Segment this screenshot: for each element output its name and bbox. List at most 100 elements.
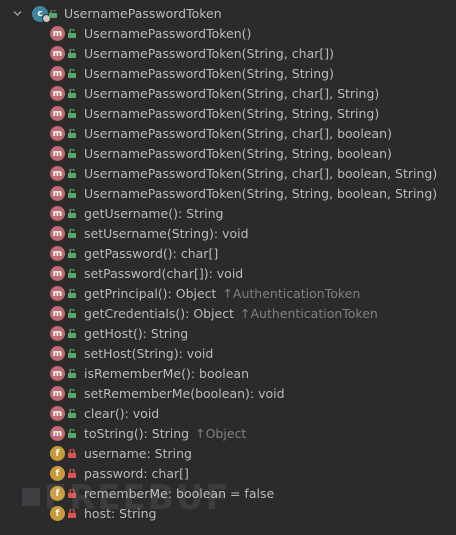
inherited-from-label: ↑AuthenticationToken bbox=[222, 286, 361, 301]
public-access-icon bbox=[68, 349, 76, 358]
method-icon: m bbox=[50, 406, 65, 421]
member-label: setRememberMe(boolean): void bbox=[84, 386, 285, 401]
structure-tree: c UsernamePasswordToken m UsernamePasswor… bbox=[0, 0, 456, 535]
method-row[interactable]: m UsernamePasswordToken(String, String) bbox=[0, 64, 456, 84]
method-row[interactable]: m isRememberMe(): boolean bbox=[0, 364, 456, 384]
method-icon: m bbox=[50, 66, 65, 81]
member-label: UsernamePasswordToken(String, String, bo… bbox=[84, 186, 437, 201]
member-signature: getCredentials(): Object bbox=[84, 306, 235, 321]
member-signature: setUsername(String): void bbox=[84, 226, 249, 241]
method-icon: m bbox=[50, 306, 65, 321]
member-label: setHost(String): void bbox=[84, 346, 213, 361]
method-row[interactable]: m setRememberMe(boolean): void bbox=[0, 384, 456, 404]
member-signature: UsernamePasswordToken(String, String) bbox=[84, 66, 334, 81]
member-signature: UsernamePasswordToken() bbox=[84, 26, 252, 41]
member-label: toString(): String ↑Object bbox=[84, 426, 246, 441]
member-signature: UsernamePasswordToken(String, String, bo… bbox=[84, 146, 392, 161]
method-icon: m bbox=[50, 106, 65, 121]
chevron-down-icon[interactable] bbox=[13, 9, 22, 18]
class-name: UsernamePasswordToken bbox=[64, 6, 222, 21]
method-row[interactable]: m getHost(): String bbox=[0, 324, 456, 344]
method-icon: m bbox=[50, 426, 65, 441]
field-row[interactable]: f username: String bbox=[0, 444, 456, 464]
method-icon: m bbox=[50, 26, 65, 41]
method-row[interactable]: m getCredentials(): Object ↑Authentication… bbox=[0, 304, 456, 324]
public-access-icon bbox=[68, 249, 76, 258]
method-row[interactable]: m UsernamePasswordToken(String, char[]) bbox=[0, 44, 456, 64]
inherited-from-label: ↑AuthenticationToken bbox=[240, 306, 378, 321]
member-signature: username: String bbox=[84, 446, 192, 461]
method-row[interactable]: m setUsername(String): void bbox=[0, 224, 456, 244]
public-access-icon bbox=[68, 129, 76, 138]
member-signature: UsernamePasswordToken(String, char[], bo… bbox=[84, 166, 438, 181]
method-icon: m bbox=[50, 126, 65, 141]
member-signature: UsernamePasswordToken(String, String, St… bbox=[84, 106, 380, 121]
public-access-icon bbox=[68, 229, 76, 238]
member-label: getPrincipal(): Object ↑AuthenticationTok… bbox=[84, 286, 360, 301]
method-row[interactable]: m setPassword(char[]): void bbox=[0, 264, 456, 284]
method-row[interactable]: m clear(): void bbox=[0, 404, 456, 424]
member-signature: UsernamePasswordToken(String, char[]) bbox=[84, 46, 335, 61]
method-row[interactable]: m UsernamePasswordToken(String, String, b… bbox=[0, 184, 456, 204]
method-row[interactable]: m UsernamePasswordToken(String, char[], b… bbox=[0, 124, 456, 144]
method-icon: m bbox=[50, 86, 65, 101]
method-row[interactable]: m UsernamePasswordToken(String, char[], S… bbox=[0, 84, 456, 104]
public-access-icon bbox=[68, 169, 76, 178]
method-row[interactable]: m UsernamePasswordToken(String, String, S… bbox=[0, 104, 456, 124]
member-signature: UsernamePasswordToken(String, char[], St… bbox=[84, 86, 380, 101]
class-icon: c bbox=[32, 6, 51, 23]
method-row[interactable]: m UsernamePasswordToken(String, String, b… bbox=[0, 144, 456, 164]
private-lock-icon bbox=[68, 449, 76, 458]
public-access-icon bbox=[68, 209, 76, 218]
member-label: UsernamePasswordToken(String, char[], bo… bbox=[84, 166, 437, 181]
member-label: UsernamePasswordToken(String, String) bbox=[84, 66, 334, 81]
member-label: UsernamePasswordToken(String, char[], St… bbox=[84, 86, 379, 101]
member-label: setUsername(String): void bbox=[84, 226, 249, 241]
member-label: getUsername(): String bbox=[84, 206, 224, 221]
member-signature: getPrincipal(): Object bbox=[84, 286, 217, 301]
method-row[interactable]: m toString(): String ↑Object bbox=[0, 424, 456, 444]
method-icon: m bbox=[50, 326, 65, 341]
method-row[interactable]: m UsernamePasswordToken(String, char[], b… bbox=[0, 164, 456, 184]
watermark-text: FREEBUF bbox=[44, 478, 231, 518]
member-label: setPassword(char[]): void bbox=[84, 266, 243, 281]
public-access-icon bbox=[68, 429, 76, 438]
member-signature: getUsername(): String bbox=[84, 206, 224, 221]
method-icon: m bbox=[50, 186, 65, 201]
member-signature: setRememberMe(boolean): void bbox=[84, 386, 285, 401]
public-access-icon bbox=[68, 409, 76, 418]
member-label: getHost(): String bbox=[84, 326, 188, 341]
member-signature: getPassword(): char[] bbox=[84, 246, 219, 261]
method-icon: m bbox=[50, 46, 65, 61]
method-icon: m bbox=[50, 346, 65, 361]
member-signature: clear(): void bbox=[84, 406, 160, 421]
member-label: getPassword(): char[] bbox=[84, 246, 218, 261]
private-lock-icon bbox=[68, 469, 76, 478]
public-access-icon bbox=[68, 269, 76, 278]
method-row[interactable]: m getUsername(): String bbox=[0, 204, 456, 224]
method-row[interactable]: m setHost(String): void bbox=[0, 344, 456, 364]
method-icon: m bbox=[50, 246, 65, 261]
method-row[interactable]: m getPassword(): char[] bbox=[0, 244, 456, 264]
member-signature: UsernamePasswordToken(String, String, bo… bbox=[84, 186, 438, 201]
member-signature: UsernamePasswordToken(String, char[], bo… bbox=[84, 126, 392, 141]
member-label: UsernamePasswordToken(String, char[], bo… bbox=[84, 126, 392, 141]
member-signature: setHost(String): void bbox=[84, 346, 214, 361]
tree-root-class[interactable]: c UsernamePasswordToken bbox=[0, 4, 456, 24]
method-icon: m bbox=[50, 206, 65, 221]
method-icon: m bbox=[50, 166, 65, 181]
inherited-from-label: ↑Object bbox=[195, 426, 247, 441]
method-row[interactable]: m UsernamePasswordToken() bbox=[0, 24, 456, 44]
method-row[interactable]: m getPrincipal(): Object ↑AuthenticationTo… bbox=[0, 284, 456, 304]
public-access-icon bbox=[68, 289, 76, 298]
method-icon: m bbox=[50, 266, 65, 281]
member-signature: getHost(): String bbox=[84, 326, 189, 341]
public-access-icon bbox=[68, 89, 76, 98]
method-icon: m bbox=[50, 146, 65, 161]
member-label: username: String bbox=[84, 446, 192, 461]
public-access-icon bbox=[68, 109, 76, 118]
method-icon: m bbox=[50, 386, 65, 401]
public-access-icon bbox=[68, 329, 76, 338]
public-access-icon bbox=[68, 29, 76, 38]
member-signature: toString(): String bbox=[84, 426, 190, 441]
